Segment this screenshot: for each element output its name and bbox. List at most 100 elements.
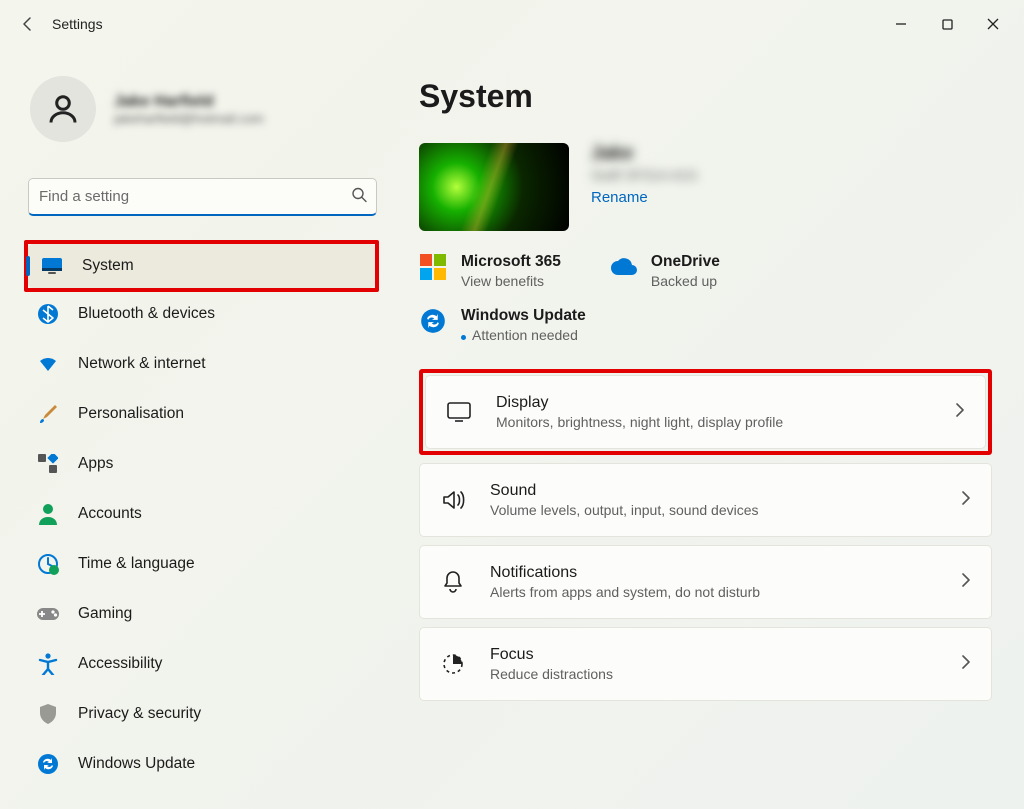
sound-icon xyxy=(440,487,466,513)
nav-label: Gaming xyxy=(78,605,132,623)
content: System Jake Swift SF314-41G Rename Micro… xyxy=(395,48,1024,809)
card-sub: Alerts from apps and system, do not dist… xyxy=(490,584,961,600)
card-title: Focus xyxy=(490,646,961,664)
status-sub: Backed up xyxy=(651,273,720,289)
status-title: OneDrive xyxy=(651,253,720,271)
highlight-display: Display Monitors, brightness, night ligh… xyxy=(419,369,992,455)
card-sound[interactable]: Sound Volume levels, output, input, soun… xyxy=(419,463,992,537)
wifi-icon xyxy=(36,352,60,376)
bluetooth-icon xyxy=(36,302,60,326)
user-name: Jake Harfield xyxy=(114,93,264,111)
nav-item-network[interactable]: Network & internet xyxy=(24,342,379,386)
card-title: Notifications xyxy=(490,564,961,582)
device-name: Jake xyxy=(591,143,698,165)
bell-icon xyxy=(440,569,466,595)
maximize-icon xyxy=(942,19,953,30)
nav-label: Privacy & security xyxy=(78,705,201,723)
nav-item-personalisation[interactable]: Personalisation xyxy=(24,392,379,436)
update-icon xyxy=(36,752,60,776)
card-display[interactable]: Display Monitors, brightness, night ligh… xyxy=(425,375,986,449)
status-sub: View benefits xyxy=(461,273,561,289)
sidebar: Jake Harfield jakeharfield@hotmail.com S… xyxy=(0,48,395,809)
status-row-2: Windows Update Attention needed xyxy=(419,307,992,343)
card-notifications[interactable]: Notifications Alerts from apps and syste… xyxy=(419,545,992,619)
nav-item-system[interactable]: System xyxy=(28,244,375,288)
nav-item-accounts[interactable]: Accounts xyxy=(24,492,379,536)
minimize-button[interactable] xyxy=(878,8,924,40)
back-arrow-icon xyxy=(20,16,36,32)
status-windows-update[interactable]: Windows Update Attention needed xyxy=(419,307,586,343)
nav-label: Personalisation xyxy=(78,405,184,423)
onedrive-icon xyxy=(609,253,637,281)
apps-icon xyxy=(36,452,60,476)
minimize-icon xyxy=(895,18,907,30)
nav-label: Windows Update xyxy=(78,755,195,773)
person-icon xyxy=(36,502,60,526)
nav-label: Bluetooth & devices xyxy=(78,305,215,323)
page-title: System xyxy=(419,78,992,115)
status-row: Microsoft 365 View benefits OneDrive Bac… xyxy=(419,253,992,289)
device-meta: Jake Swift SF314-41G Rename xyxy=(591,143,698,207)
search-wrap xyxy=(28,178,377,216)
card-focus[interactable]: Focus Reduce distractions xyxy=(419,627,992,701)
card-sub: Monitors, brightness, night light, displ… xyxy=(496,414,955,430)
ms365-icon xyxy=(419,253,447,281)
nav-label: Accounts xyxy=(78,505,142,523)
accessibility-icon xyxy=(36,652,60,676)
settings-cards: Display Monitors, brightness, night ligh… xyxy=(419,369,992,701)
search-input[interactable] xyxy=(28,178,377,216)
status-microsoft365[interactable]: Microsoft 365 View benefits xyxy=(419,253,561,289)
back-button[interactable] xyxy=(8,4,48,44)
close-button[interactable] xyxy=(970,8,1016,40)
focus-icon xyxy=(440,651,466,677)
status-onedrive[interactable]: OneDrive Backed up xyxy=(609,253,720,289)
nav-label: Time & language xyxy=(78,555,195,573)
status-title: Windows Update xyxy=(461,307,586,325)
card-title: Display xyxy=(496,394,955,412)
nav-item-privacy[interactable]: Privacy & security xyxy=(24,692,379,736)
user-email: jakeharfield@hotmail.com xyxy=(114,111,264,126)
nav-label: Accessibility xyxy=(78,655,162,673)
status-title: Microsoft 365 xyxy=(461,253,561,271)
close-icon xyxy=(987,18,999,30)
nav-item-bluetooth[interactable]: Bluetooth & devices xyxy=(24,292,379,336)
shield-icon xyxy=(36,702,60,726)
highlight-system: System xyxy=(24,240,379,292)
person-icon xyxy=(45,91,81,127)
attention-dot-icon xyxy=(461,335,466,340)
window-controls xyxy=(878,8,1016,40)
nav-label: System xyxy=(82,257,134,275)
nav-item-time-language[interactable]: Time & language xyxy=(24,542,379,586)
maximize-button[interactable] xyxy=(924,8,970,40)
user-text: Jake Harfield jakeharfield@hotmail.com xyxy=(114,93,264,126)
chevron-right-icon xyxy=(961,573,971,591)
rename-link[interactable]: Rename xyxy=(591,189,648,206)
avatar xyxy=(30,76,96,142)
nav: System Bluetooth & devices Network & int… xyxy=(24,240,379,786)
chevron-right-icon xyxy=(961,655,971,673)
device-row: Jake Swift SF314-41G Rename xyxy=(419,143,992,231)
monitor-icon xyxy=(40,254,64,278)
chevron-right-icon xyxy=(955,403,965,421)
nav-item-apps[interactable]: Apps xyxy=(24,442,379,486)
device-model: Swift SF314-41G xyxy=(591,167,698,183)
nav-item-gaming[interactable]: Gaming xyxy=(24,592,379,636)
status-sub-text: Attention needed xyxy=(472,327,578,343)
status-sub: Attention needed xyxy=(461,327,586,343)
brush-icon xyxy=(36,402,60,426)
card-sub: Reduce distractions xyxy=(490,666,961,682)
nav-item-accessibility[interactable]: Accessibility xyxy=(24,642,379,686)
chevron-right-icon xyxy=(961,491,971,509)
nav-item-update[interactable]: Windows Update xyxy=(24,742,379,786)
clock-globe-icon xyxy=(36,552,60,576)
nav-label: Apps xyxy=(78,455,113,473)
gamepad-icon xyxy=(36,602,60,626)
user-block[interactable]: Jake Harfield jakeharfield@hotmail.com xyxy=(30,76,379,142)
search-icon xyxy=(351,187,367,208)
nav-label: Network & internet xyxy=(78,355,206,373)
update-icon xyxy=(419,307,447,335)
window-title: Settings xyxy=(52,16,103,32)
card-sub: Volume levels, output, input, sound devi… xyxy=(490,502,961,518)
display-icon xyxy=(446,399,472,425)
device-thumbnail xyxy=(419,143,569,231)
